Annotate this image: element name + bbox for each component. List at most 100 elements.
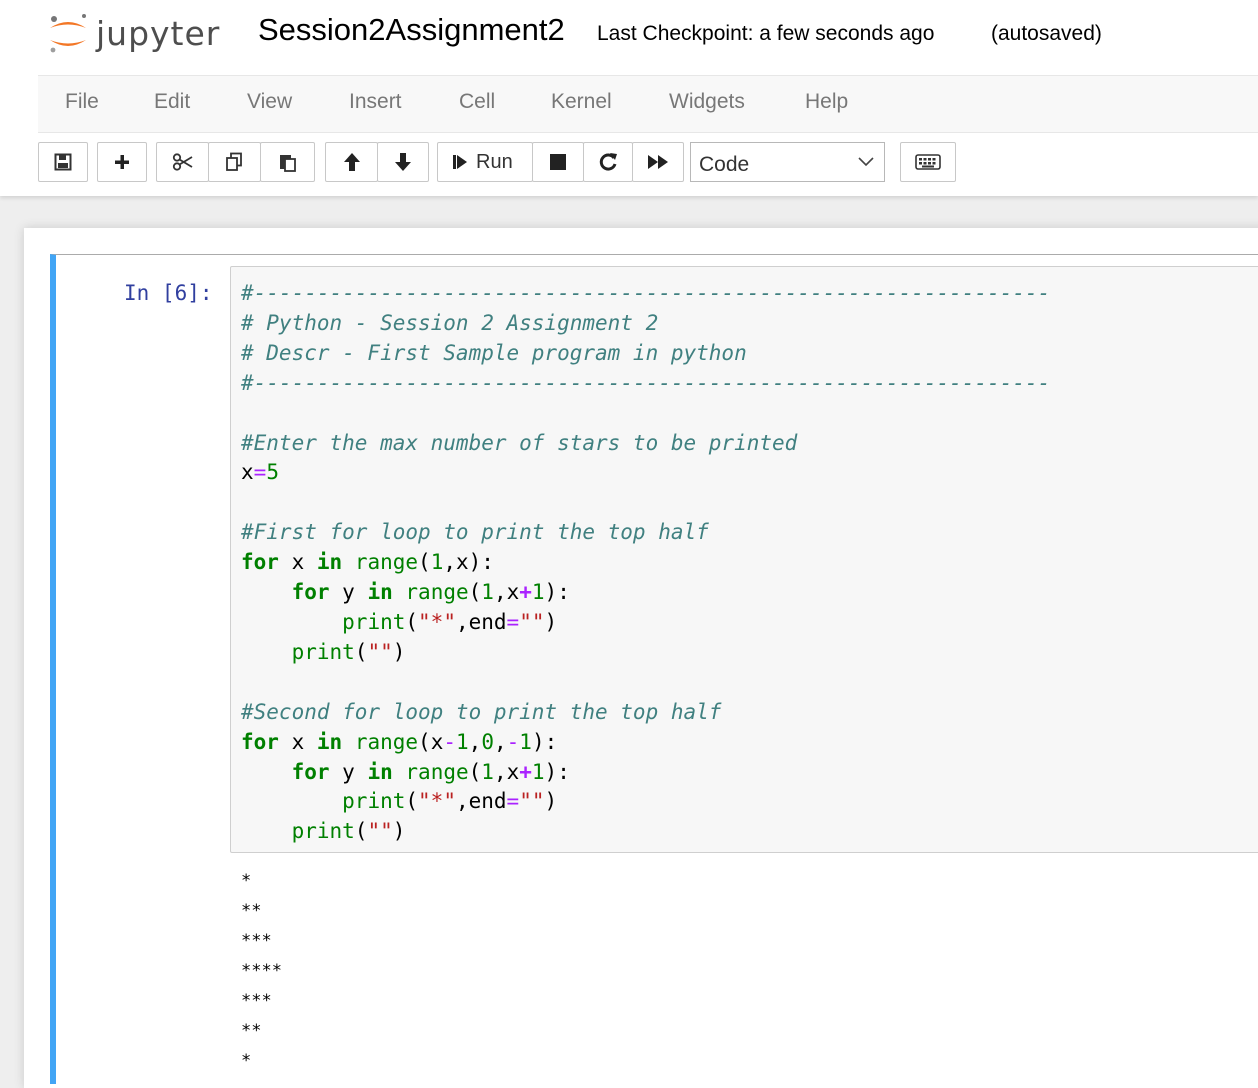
copy-button[interactable] <box>208 142 261 182</box>
code-token: range <box>405 759 469 784</box>
fast-forward-icon <box>648 155 668 169</box>
code-token: 1 <box>430 550 444 575</box>
code-content[interactable]: #---------------------------------------… <box>241 279 1050 847</box>
code-token: y <box>329 759 368 784</box>
cut-button[interactable] <box>156 142 209 182</box>
code-token: for <box>241 550 279 575</box>
code-token: 5 <box>266 460 279 485</box>
code-line[interactable]: for x in range(x-1,0,-1): <box>241 728 1050 758</box>
code-token: in <box>316 729 343 754</box>
code-line[interactable] <box>241 668 1050 698</box>
code-line[interactable] <box>241 488 1050 518</box>
restart-run-all-button[interactable] <box>632 142 684 182</box>
code-line[interactable]: print("*",end="") <box>241 608 1050 638</box>
run-label: Run <box>476 150 513 173</box>
code-line[interactable]: for y in range(1,x+1): <box>241 578 1050 608</box>
code-line[interactable]: print("") <box>241 638 1050 668</box>
insert-cell-button[interactable] <box>97 142 147 182</box>
save-button[interactable] <box>38 142 88 182</box>
code-token: ,end <box>455 789 507 814</box>
code-token: , <box>468 729 482 754</box>
code-token: - <box>443 729 456 754</box>
code-token: 1 <box>456 729 469 754</box>
restart-icon <box>599 153 617 171</box>
move-up-button[interactable] <box>325 142 378 182</box>
code-token: in <box>316 550 343 575</box>
code-line[interactable]: print("") <box>241 817 1050 847</box>
jupyter-logo-icon <box>50 14 86 53</box>
code-line[interactable]: #---------------------------------------… <box>241 369 1050 399</box>
interrupt-kernel-button[interactable] <box>532 142 584 182</box>
code-token: ): <box>531 729 558 754</box>
code-token: for <box>291 759 330 784</box>
menu-kernel[interactable]: Kernel <box>551 90 612 114</box>
code-line[interactable]: for y in range(1,x+1): <box>241 758 1050 788</box>
code-token: = <box>506 789 520 814</box>
move-down-button[interactable] <box>377 142 429 182</box>
code-line[interactable]: # Descr - First Sample program in python <box>241 339 1050 369</box>
output-line: * <box>241 871 252 891</box>
output-line: *** <box>241 991 272 1011</box>
code-token: in <box>367 580 393 605</box>
code-line[interactable]: # Python - Session 2 Assignment 2 <box>241 309 1050 339</box>
logo-text: jupyter <box>96 14 221 53</box>
code-token: for <box>241 729 279 754</box>
code-token: print <box>342 789 406 814</box>
stop-icon <box>550 154 566 170</box>
menu-view[interactable]: View <box>247 90 292 114</box>
output-line: **** <box>241 961 282 981</box>
notebook-title[interactable]: Session2Assignment2 <box>258 12 565 48</box>
code-token: + <box>519 580 532 605</box>
code-token: ,x <box>493 759 520 784</box>
code-token: 1 <box>531 580 545 605</box>
menu-insert[interactable]: Insert <box>349 90 402 114</box>
menu-help[interactable]: Help <box>805 90 848 114</box>
code-token: range <box>354 729 419 754</box>
command-palette-button[interactable] <box>900 142 956 182</box>
menu-edit[interactable]: Edit <box>154 90 190 114</box>
code-token: 1 <box>481 580 494 605</box>
code-line[interactable]: #Second for loop to print the top half <box>241 698 1050 728</box>
code-line[interactable]: x=5 <box>241 458 1050 488</box>
code-line[interactable] <box>241 399 1050 429</box>
arrow-down-icon <box>395 153 411 171</box>
menu-file[interactable]: File <box>65 90 99 114</box>
code-token: ) <box>544 609 558 634</box>
code-token: #---------------------------------------… <box>241 370 1051 395</box>
run-button[interactable]: Run <box>437 142 533 182</box>
cell-type-select[interactable]: Code <box>690 142 885 182</box>
jupyter-logo[interactable]: jupyter <box>44 8 244 56</box>
code-token: "*" <box>418 789 456 814</box>
input-prompt: In [6]: <box>124 281 213 305</box>
code-token: ) <box>392 639 406 664</box>
plus-icon <box>115 155 129 169</box>
code-token: + <box>519 759 532 784</box>
code-token: y <box>329 580 368 605</box>
code-line[interactable]: #---------------------------------------… <box>241 279 1050 309</box>
arrow-up-icon <box>343 153 360 171</box>
menu-widgets[interactable]: Widgets <box>669 90 745 114</box>
paste-button[interactable] <box>260 142 315 182</box>
code-token: ( <box>354 639 368 664</box>
menu-cell[interactable]: Cell <box>459 90 495 114</box>
save-icon <box>54 153 72 171</box>
code-line[interactable]: print("*",end="") <box>241 787 1050 817</box>
code-token: - <box>506 729 520 754</box>
code-line[interactable]: for x in range(1,x): <box>241 548 1050 578</box>
code-token: #---------------------------------------… <box>241 281 1051 305</box>
restart-kernel-button[interactable] <box>583 142 633 182</box>
step-forward-icon <box>453 155 467 169</box>
code-token: 1 <box>481 759 494 784</box>
code-line[interactable]: #First for loop to print the top half <box>241 518 1050 548</box>
keyboard-icon <box>915 154 941 170</box>
toolbar: Run Code <box>0 142 1258 186</box>
scissors-icon <box>172 153 192 171</box>
code-token: ): <box>544 580 570 605</box>
code-token: range <box>405 580 469 605</box>
code-line[interactable]: #Enter the max number of stars to be pri… <box>241 429 1050 459</box>
